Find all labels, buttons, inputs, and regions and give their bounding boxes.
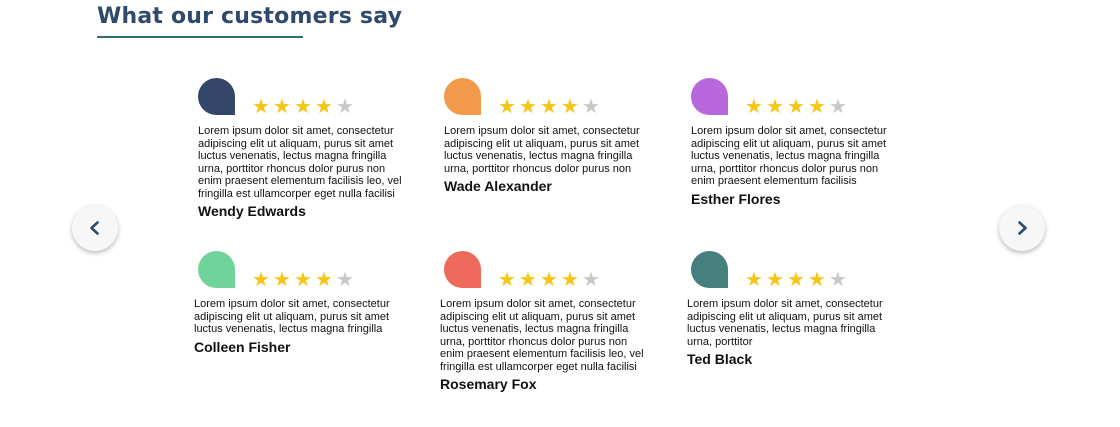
reviewer-name: Ted Black [687,351,753,367]
star-empty-icon: ★ [829,94,847,118]
star-filled-icon: ★ [745,267,763,291]
star-empty-icon: ★ [829,267,847,291]
star-filled-icon: ★ [294,94,312,118]
title-underline [97,36,303,38]
reviewer-name: Wendy Edwards [198,203,306,219]
star-rating: ★ ★ ★ ★ ★ [497,96,601,116]
chevron-left-icon [90,221,99,235]
star-empty-icon: ★ [336,94,354,118]
review-text: Lorem ipsum dolor sit amet, consectetur … [691,125,887,187]
avatar [691,78,728,115]
star-filled-icon: ★ [252,94,270,118]
star-filled-icon: ★ [519,267,537,291]
reviewer-name: Esther Flores [691,190,781,207]
star-filled-icon: ★ [540,94,558,118]
star-filled-icon: ★ [787,94,805,118]
star-empty-icon: ★ [582,267,600,291]
star-filled-icon: ★ [745,94,763,118]
star-filled-icon: ★ [315,267,333,291]
star-filled-icon: ★ [561,94,579,118]
star-filled-icon: ★ [252,267,270,291]
star-filled-icon: ★ [787,267,805,291]
star-filled-icon: ★ [498,267,516,291]
star-filled-icon: ★ [540,267,558,291]
avatar [198,78,235,115]
review-text: Lorem ipsum dolor sit amet, consectetur … [198,125,402,200]
star-filled-icon: ★ [808,267,826,291]
section-title: What our customers say [97,4,403,29]
review-text: Lorem ipsum dolor sit amet, consectetur … [687,298,883,348]
reviewer-name: Rosemary Fox [440,376,537,392]
star-rating: ★ ★ ★ ★ ★ [251,96,355,116]
carousel-next-button[interactable] [999,205,1045,251]
review-text: Lorem ipsum dolor sit amet, consectetur … [444,125,640,175]
star-filled-icon: ★ [294,267,312,291]
star-rating: ★ ★ ★ ★ ★ [251,269,355,289]
review-text: Lorem ipsum dolor sit amet, consectetur … [194,298,390,335]
review-text: Lorem ipsum dolor sit amet, consectetur … [440,298,644,373]
star-empty-icon: ★ [582,94,600,118]
star-filled-icon: ★ [808,94,826,118]
star-filled-icon: ★ [315,94,333,118]
star-rating: ★ ★ ★ ★ ★ [744,269,848,289]
reviewer-name: Wade Alexander [444,178,552,194]
star-empty-icon: ★ [336,267,354,291]
star-rating: ★ ★ ★ ★ ★ [744,96,848,116]
star-filled-icon: ★ [766,267,784,291]
star-filled-icon: ★ [561,267,579,291]
star-filled-icon: ★ [766,94,784,118]
star-filled-icon: ★ [273,94,291,118]
avatar [198,251,235,288]
avatar [691,251,728,288]
avatar [444,78,481,115]
avatar [444,251,481,288]
star-filled-icon: ★ [519,94,537,118]
star-filled-icon: ★ [273,267,291,291]
chevron-right-icon [1018,221,1027,235]
star-filled-icon: ★ [498,94,516,118]
carousel-prev-button[interactable] [72,205,118,251]
reviewer-name: Colleen Fisher [194,338,291,355]
star-rating: ★ ★ ★ ★ ★ [497,269,601,289]
